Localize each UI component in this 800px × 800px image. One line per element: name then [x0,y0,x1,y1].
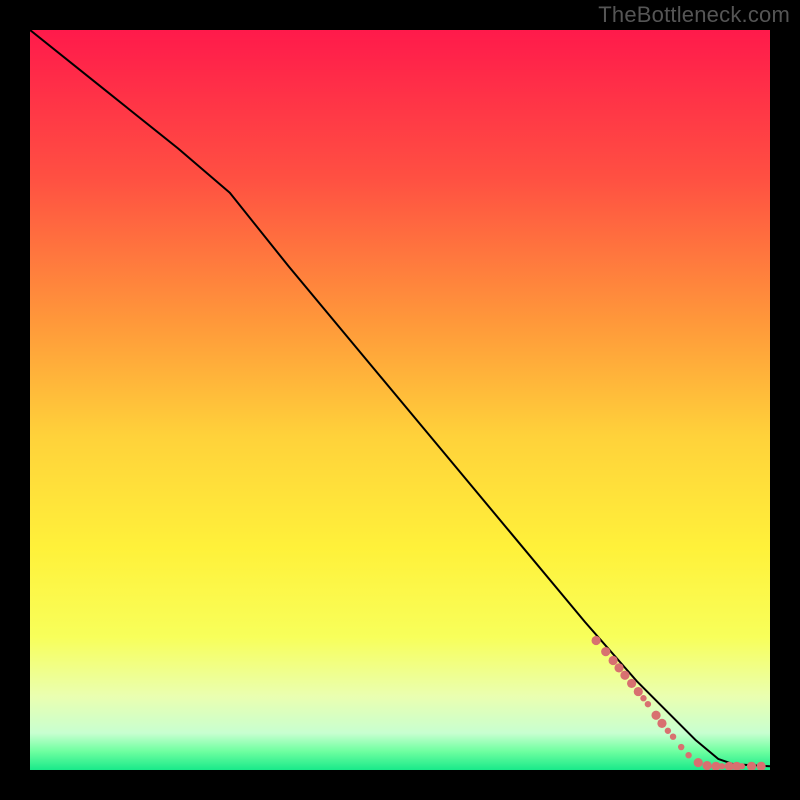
scatter-point [719,763,725,769]
scatter-point [601,647,610,656]
scatter-point [703,761,712,770]
scatter-point [614,663,623,672]
scatter-point [645,701,651,707]
scatter-point [651,711,660,720]
chart-svg [30,30,770,770]
scatter-point [634,687,643,696]
scatter-point [627,679,636,688]
scatter-point [694,758,703,767]
watermark-text: TheBottleneck.com [598,2,790,28]
scatter-point [678,744,684,750]
scatter-point [739,763,745,769]
scatter-point [685,752,691,758]
plot-area [30,30,770,770]
scatter-point [640,695,646,701]
scatter-point [657,719,666,728]
scatter-point [620,671,629,680]
scatter-point [670,734,676,740]
scatter-point [665,728,671,734]
chart-root: TheBottleneck.com [0,0,800,800]
scatter-point [592,636,601,645]
scatter-point [609,656,618,665]
